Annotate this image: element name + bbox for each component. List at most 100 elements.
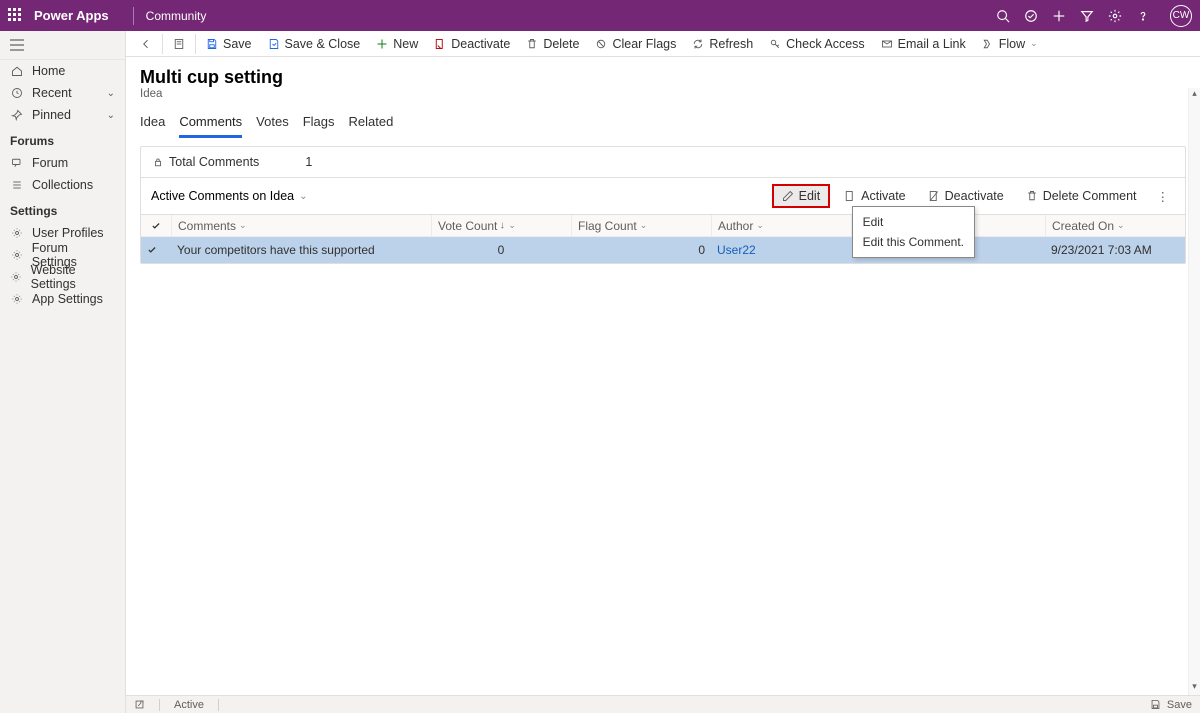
tooltip-title: Edit (863, 215, 964, 229)
chevron-down-icon: ⌄ (1030, 38, 1038, 49)
sidebar-group-forums: Forums (0, 126, 125, 152)
comments-card: Total Comments 1 Active Comments on Idea… (140, 146, 1186, 264)
scroll-down-icon[interactable]: ▾ (1189, 681, 1200, 695)
trash-icon (1026, 190, 1038, 202)
save-close-button[interactable]: Save & Close (260, 31, 369, 57)
new-button[interactable]: New (368, 31, 426, 57)
app-launcher-icon[interactable] (8, 8, 24, 24)
status-bar: Active Save (126, 695, 1200, 713)
tab-votes[interactable]: Votes (256, 114, 289, 138)
page-header: Multi cup setting Idea (126, 57, 1200, 104)
sort-desc-icon: ↑ (500, 220, 505, 231)
save-icon (206, 38, 218, 50)
column-comments[interactable]: Comments⌄ (171, 215, 431, 236)
save-close-icon (268, 38, 280, 50)
chevron-down-icon: ⌄ (756, 220, 764, 231)
sidebar-label: Website Settings (31, 263, 115, 291)
delete-button[interactable]: Delete (518, 31, 587, 57)
settings-icon[interactable] (1108, 9, 1136, 23)
user-avatar[interactable]: CW (1170, 5, 1192, 27)
column-created-on[interactable]: Created On⌄ (1045, 215, 1185, 236)
comments-grid: Comments⌄ Vote Count ↑ ⌄ Flag Count⌄ Aut… (141, 215, 1185, 263)
sidebar-group-settings: Settings (0, 196, 125, 222)
sidebar-item-collections[interactable]: Collections (0, 174, 125, 196)
column-author[interactable]: Author⌄ (711, 215, 851, 236)
chevron-down-icon: ⌄ (107, 110, 115, 121)
row-author-link[interactable]: User22 (717, 243, 756, 257)
open-in-new-icon[interactable] (134, 699, 145, 710)
sidebar-item-website-settings[interactable]: Website Settings (0, 266, 125, 288)
more-commands-button[interactable]: ⋮ (1151, 189, 1176, 204)
add-icon[interactable] (1052, 9, 1080, 23)
select-all-header[interactable] (141, 215, 171, 236)
tab-idea[interactable]: Idea (140, 114, 165, 138)
email-link-button[interactable]: Email a Link (873, 31, 974, 57)
record-status: Active (174, 699, 204, 711)
pencil-icon (782, 190, 794, 202)
footer-save-button[interactable]: Save (1150, 699, 1192, 711)
view-name: Active Comments on Idea (151, 189, 294, 203)
deactivate-subgrid-button[interactable]: Deactivate (920, 186, 1012, 206)
pin-icon (10, 109, 24, 121)
forum-icon (10, 157, 24, 169)
grid-header: Comments⌄ Vote Count ↑ ⌄ Flag Count⌄ Aut… (141, 215, 1185, 237)
search-icon[interactable] (996, 9, 1024, 23)
sidebar-item-app-settings[interactable]: App Settings (0, 288, 125, 310)
row-comment-text: Your competitors have this supported (177, 243, 375, 257)
subgrid-toolbar: Active Comments on Idea ⌄ Edit Activate … (141, 178, 1185, 215)
save-button[interactable]: Save (198, 31, 260, 57)
check-access-button[interactable]: Check Access (761, 31, 873, 57)
assistant-icon[interactable] (1024, 9, 1052, 23)
total-comments-label: Total Comments (169, 155, 259, 169)
scroll-up-icon[interactable]: ▴ (1189, 88, 1200, 102)
sidebar-item-home[interactable]: Home (0, 60, 125, 82)
sidebar-item-forum[interactable]: Forum (0, 152, 125, 174)
form-tabs: Idea Comments Votes Flags Related (126, 104, 1200, 138)
left-sidebar: Home Recent ⌄ Pinned ⌄ Forums Forum Coll… (0, 31, 126, 713)
tooltip-body: Edit this Comment. (863, 235, 964, 249)
refresh-icon (692, 38, 704, 50)
key-icon (769, 38, 781, 50)
row-checkbox[interactable] (141, 245, 171, 255)
activate-button[interactable]: Activate (836, 186, 913, 206)
clear-flags-button[interactable]: Clear Flags (587, 31, 684, 57)
delete-comment-button[interactable]: Delete Comment (1018, 186, 1145, 206)
deactivate-icon (434, 38, 446, 50)
chevron-down-icon: ⌄ (640, 220, 648, 231)
gear-icon (10, 293, 24, 305)
edit-button[interactable]: Edit (772, 184, 831, 208)
gear-icon (10, 227, 24, 239)
refresh-button[interactable]: Refresh (684, 31, 761, 57)
sidebar-item-recent[interactable]: Recent ⌄ (0, 82, 125, 104)
chevron-down-icon: ⌄ (107, 88, 115, 99)
total-comments-value: 1 (305, 155, 312, 169)
deactivate-button[interactable]: Deactivate (426, 31, 518, 57)
column-vote-count[interactable]: Vote Count ↑ ⌄ (431, 215, 571, 236)
flow-button[interactable]: Flow⌄ (974, 31, 1046, 57)
mail-icon (881, 38, 893, 50)
lock-icon (153, 156, 163, 168)
edit-tooltip: Edit Edit this Comment. (852, 206, 975, 258)
chevron-down-icon: ⌄ (1117, 220, 1125, 231)
vertical-scrollbar[interactable]: ▴ ▾ (1188, 88, 1200, 695)
sidebar-label: App Settings (32, 292, 103, 306)
sidebar-item-pinned[interactable]: Pinned ⌄ (0, 104, 125, 126)
tab-related[interactable]: Related (349, 114, 394, 138)
sidebar-label: Collections (32, 178, 93, 192)
help-icon[interactable] (1136, 9, 1164, 23)
form-selector-button[interactable] (165, 31, 193, 57)
view-selector[interactable]: Active Comments on Idea ⌄ (151, 189, 308, 203)
sidebar-label: Forum (32, 156, 68, 170)
filter-icon[interactable] (1080, 9, 1108, 23)
home-icon (10, 65, 24, 77)
tab-comments[interactable]: Comments (179, 114, 242, 138)
chevron-down-icon: ⌄ (508, 220, 516, 231)
tab-flags[interactable]: Flags (303, 114, 335, 138)
sidebar-toggle[interactable] (0, 31, 125, 60)
table-row[interactable]: Your competitors have this supported 0 0… (141, 237, 1185, 263)
back-button[interactable] (132, 31, 160, 57)
column-flag-count[interactable]: Flag Count⌄ (571, 215, 711, 236)
environment-label[interactable]: Community (146, 9, 207, 23)
card-header: Total Comments 1 (141, 147, 1185, 178)
page-title: Multi cup setting (140, 67, 1186, 88)
